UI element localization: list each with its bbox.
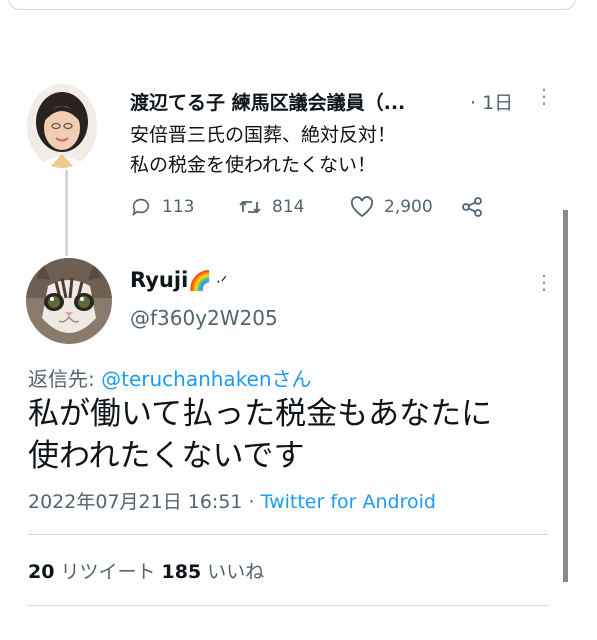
tweet-stats: 20 リツイート 185 いいね xyxy=(28,557,264,584)
tweet-meta: 2022年07月21日 16:51 · Twitter for Android xyxy=(28,487,436,514)
reply-to-suffix: さん xyxy=(271,367,312,391)
avatar-ryuji[interactable] xyxy=(26,258,112,344)
like-total: 185 xyxy=(161,561,202,583)
share-icon xyxy=(460,196,484,218)
retweet-count: 814 xyxy=(272,197,305,217)
reply-handle[interactable]: @f360y2W205 xyxy=(130,306,278,330)
reply-to-line: 返信先: @teruchanhakenさん xyxy=(28,363,312,392)
like-icon xyxy=(350,196,374,218)
tweet-date[interactable]: 2022年07月21日 16:51 · xyxy=(28,491,261,513)
likes-stat[interactable]: 185 いいね xyxy=(162,561,265,583)
tweet-source-link[interactable]: Twitter for Android xyxy=(261,491,436,513)
reply-count: 113 xyxy=(162,197,195,217)
reply-author-name[interactable]: Ryuji🌈 ·ᐟ xyxy=(130,268,227,292)
likes-label: いいね xyxy=(201,561,265,583)
name-symbol: ·ᐟ xyxy=(215,273,228,291)
reply-tweet-text: 私が働いて払った税金もあなたに 使われたくないです xyxy=(28,396,493,474)
thread-line xyxy=(65,170,68,256)
divider xyxy=(28,534,548,535)
tweet-time[interactable]: · 1日 xyxy=(470,88,513,115)
reply-icon xyxy=(130,196,152,218)
share-button[interactable] xyxy=(460,196,484,218)
reply-button[interactable]: 113 xyxy=(130,196,194,218)
retweet-total: 20 xyxy=(28,561,55,583)
divider xyxy=(28,605,548,606)
retweet-icon xyxy=(238,196,262,218)
avatar-watanabe[interactable] xyxy=(27,84,97,168)
like-button[interactable]: 2,900 xyxy=(350,196,433,218)
search-box[interactable] xyxy=(8,0,576,10)
reply-to-label: 返信先: xyxy=(28,367,102,391)
reply-display-name: Ryuji xyxy=(130,268,189,292)
rainbow-emoji: 🌈 xyxy=(188,270,212,292)
retweets-label: リツイート xyxy=(54,561,162,583)
more-icon[interactable]: ⋮ xyxy=(534,272,554,292)
author-name[interactable]: 渡辺てる子 練馬区議会議員（... xyxy=(130,88,490,115)
retweets-stat[interactable]: 20 リツイート xyxy=(28,561,162,583)
scrollbar[interactable] xyxy=(563,210,568,582)
reply-to-handle-link[interactable]: @teruchanhaken xyxy=(101,367,271,391)
retweet-button[interactable]: 814 xyxy=(238,196,304,218)
more-icon[interactable]: ⋮ xyxy=(534,86,554,106)
like-count: 2,900 xyxy=(384,197,433,217)
original-tweet-text: 安倍晋三氏の国葬、絶対反対！ 私の税金を使われたくない！ xyxy=(130,124,397,176)
